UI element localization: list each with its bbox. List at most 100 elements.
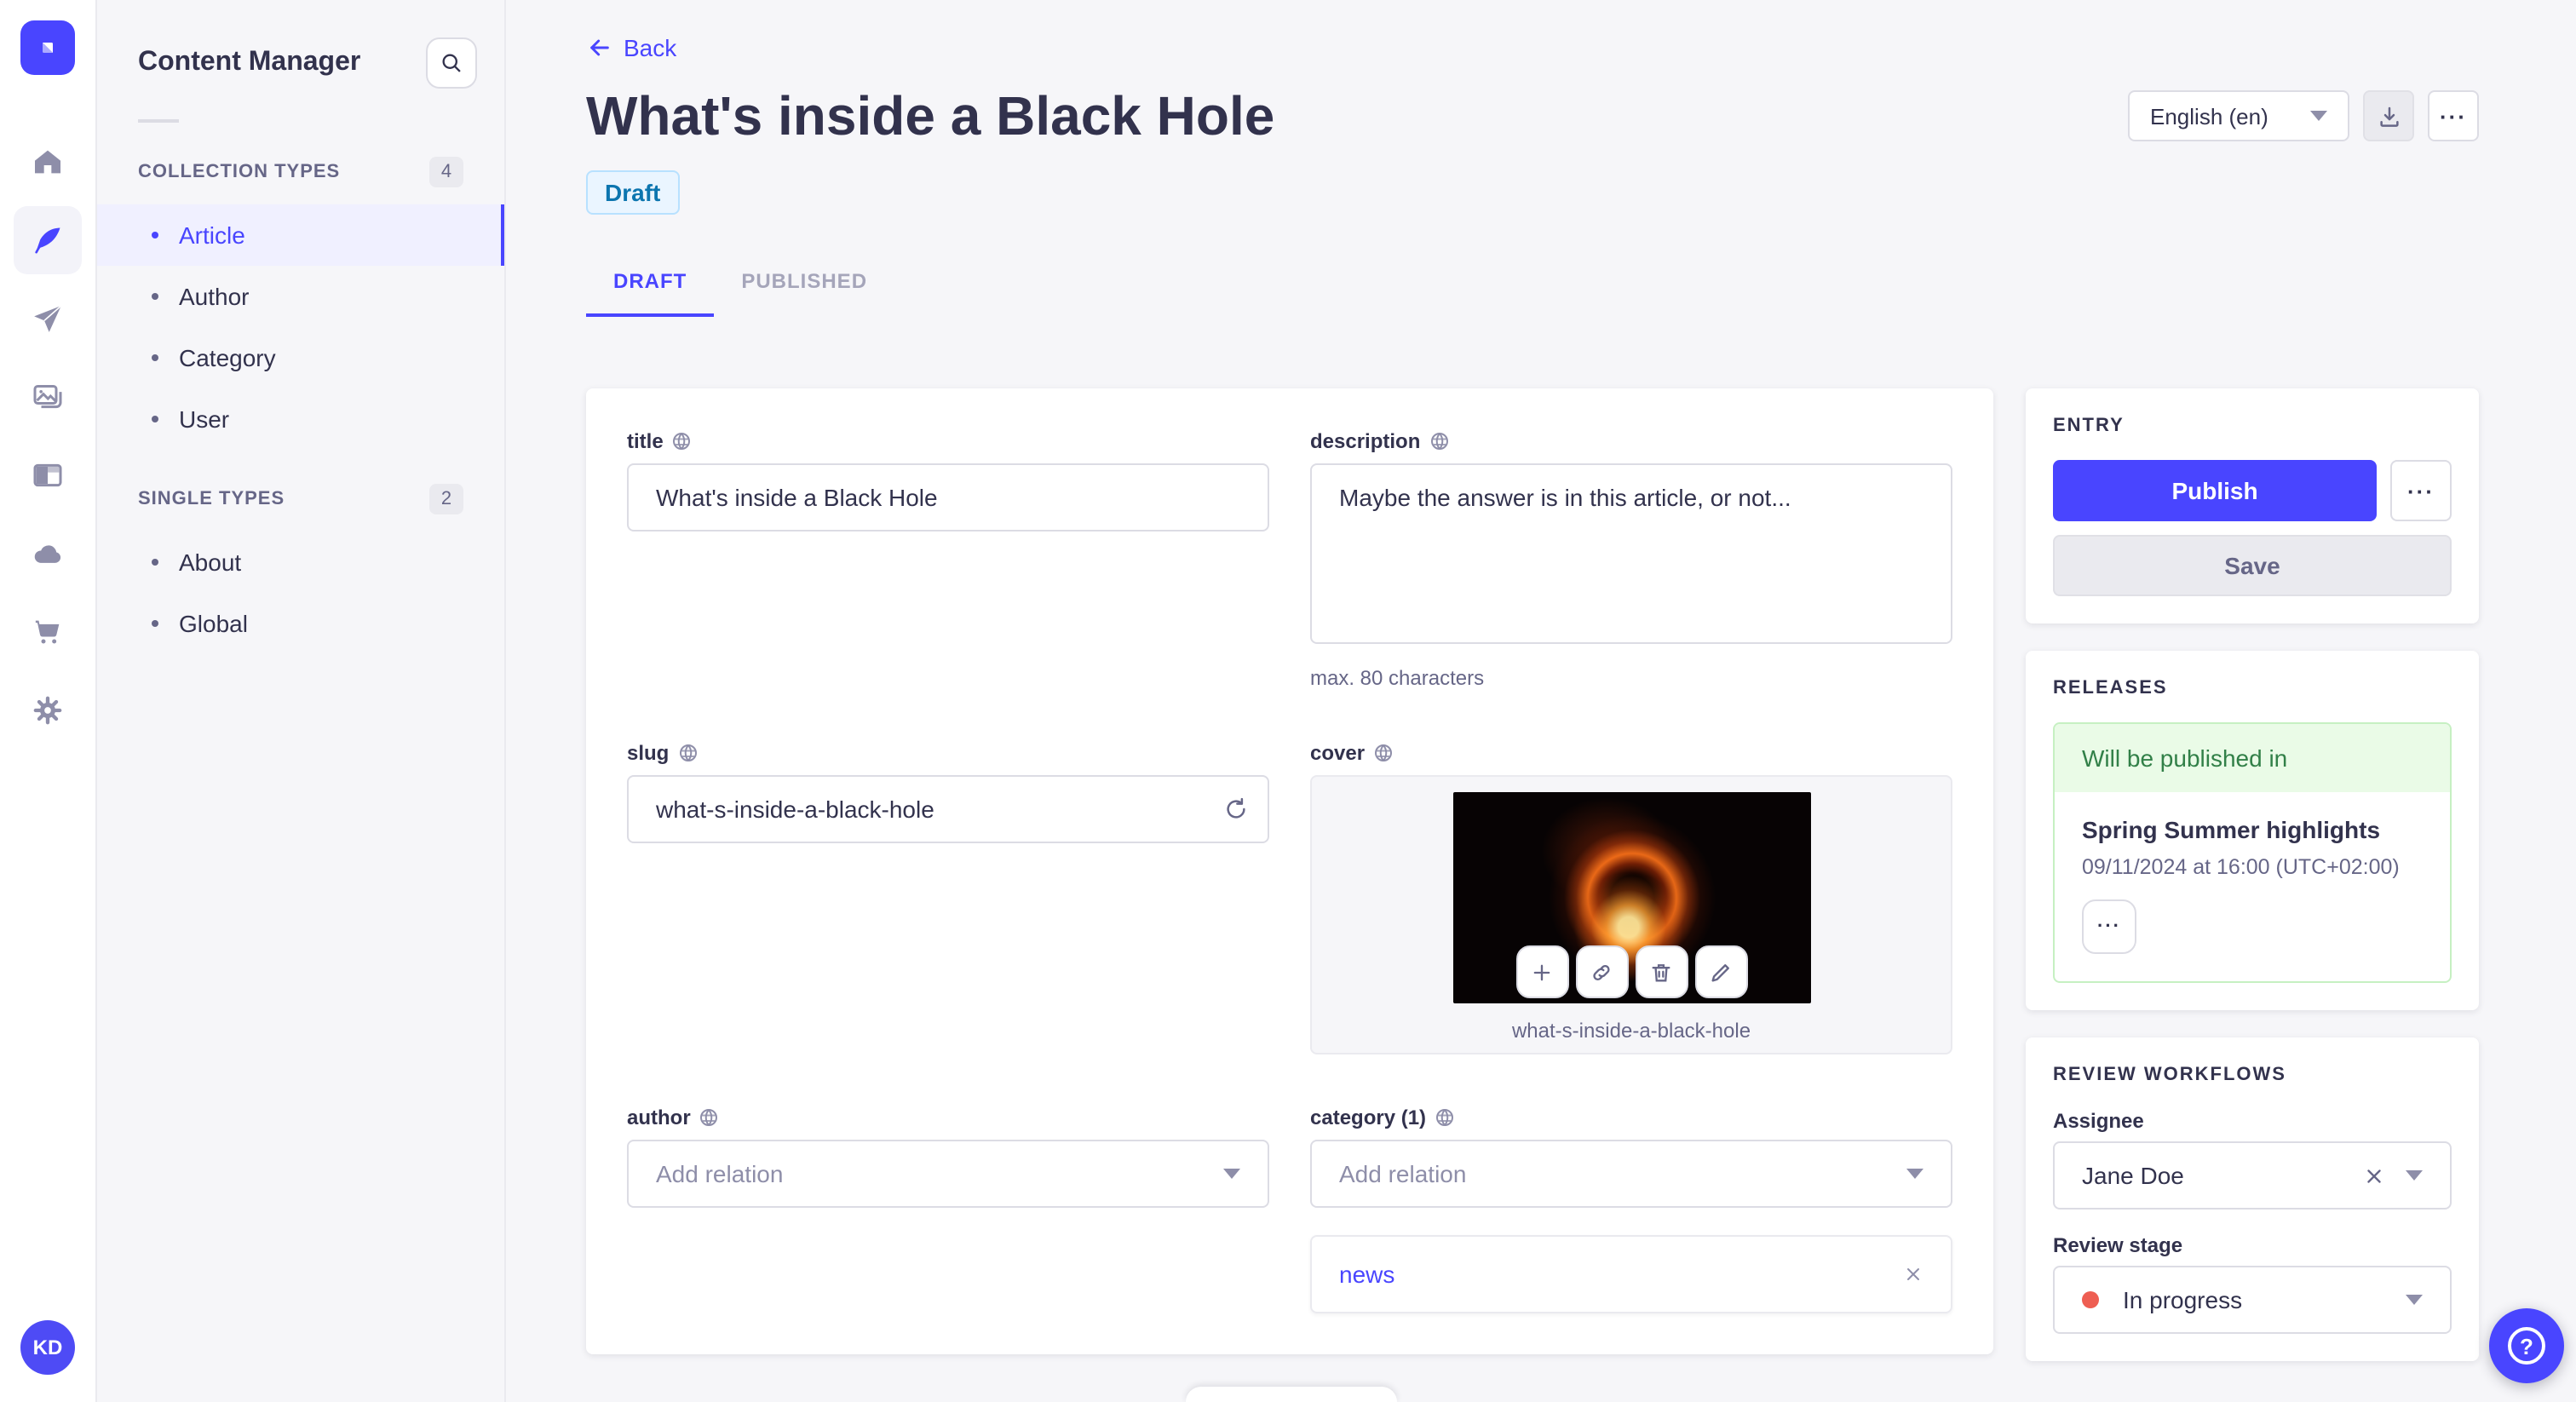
sidebar-content-manager-button[interactable]: [14, 206, 82, 274]
page-title: What's inside a Black Hole: [586, 85, 1275, 147]
subnav-title: Content Manager: [138, 48, 361, 77]
delete-media-button[interactable]: [1635, 945, 1688, 999]
copy-link-button[interactable]: [1575, 945, 1628, 999]
remove-relation-button[interactable]: [1903, 1264, 1923, 1284]
entry-panel: ENTRY Publish ··· Save: [2026, 388, 2479, 624]
cover-media-card: what-s-inside-a-black-hole: [1310, 775, 1952, 1055]
cover-image: [1452, 792, 1810, 1004]
sidebar-item-global[interactable]: Global: [97, 593, 504, 654]
sidebar-item-label: User: [179, 405, 230, 433]
cover-filename: what-s-inside-a-black-hole: [1511, 1019, 1751, 1043]
section-count-badge: 4: [429, 157, 463, 187]
ellipsis-icon: ···: [2097, 916, 2121, 937]
category-relation-select[interactable]: Add relation: [1310, 1140, 1952, 1209]
export-button[interactable]: [2363, 90, 2414, 141]
gear-icon: [31, 693, 65, 727]
sidebar-item-user[interactable]: User: [97, 388, 504, 450]
assignee-value: Jane Doe: [2082, 1162, 2184, 1190]
release-more-button[interactable]: ···: [2082, 899, 2136, 955]
author-relation-select[interactable]: Add relation: [627, 1140, 1269, 1209]
link-icon: [1593, 964, 1610, 980]
back-link[interactable]: Back: [586, 34, 676, 61]
sidebar-home-button[interactable]: [14, 128, 82, 196]
edit-media-button[interactable]: [1694, 945, 1747, 999]
tab-draft[interactable]: DRAFT: [586, 252, 715, 318]
stage-value: In progress: [2123, 1286, 2243, 1314]
cart-icon: [31, 615, 65, 649]
sidebar-item-about[interactable]: About: [97, 531, 504, 593]
sidebar-item-label: Category: [179, 344, 276, 371]
add-media-button[interactable]: [1515, 945, 1568, 999]
back-label: Back: [624, 34, 677, 61]
user-avatar[interactable]: KD: [20, 1320, 75, 1375]
home-icon: [31, 145, 65, 179]
slug-input[interactable]: [627, 775, 1269, 844]
sidebar-media-library-button[interactable]: [14, 363, 82, 431]
locale-value: English (en): [2150, 103, 2268, 129]
sidebar-item-article[interactable]: Article: [97, 204, 504, 266]
stage-status-dot: [2082, 1291, 2099, 1309]
trash-icon: [1652, 963, 1670, 981]
search-button[interactable]: [426, 37, 477, 89]
layout-icon: [31, 458, 65, 492]
panel-title: ENTRY: [2053, 416, 2125, 437]
review-workflows-panel: REVIEW WORKFLOWS Assignee Jane Doe Revie…: [2026, 1037, 2479, 1362]
section-count-badge: 2: [429, 484, 463, 514]
tab-published[interactable]: PUBLISHED: [714, 252, 894, 317]
chevron-down-icon: [1223, 1169, 1240, 1180]
sidebar-item-label: Author: [179, 283, 250, 310]
chevron-down-icon: [2310, 111, 2327, 121]
entry-sidebar: ENTRY Publish ··· Save RELEASES Will be …: [2026, 388, 2479, 1362]
save-button[interactable]: Save: [2053, 535, 2452, 597]
bullet-icon: [152, 559, 158, 566]
main-content: Back What's inside a Black Hole English …: [506, 0, 2576, 1402]
sidebar-settings-button[interactable]: [14, 676, 82, 744]
field-description: description Maybe the answer is in this …: [1310, 429, 1952, 690]
bullet-icon: [152, 354, 158, 361]
add-component-pill[interactable]: [1186, 1387, 1397, 1402]
relation-link[interactable]: news: [1339, 1261, 1903, 1288]
header-more-button[interactable]: ···: [2428, 90, 2479, 141]
field-label-text: author: [627, 1106, 691, 1130]
back-arrow-icon: [586, 34, 613, 61]
regenerate-slug-button[interactable]: [1223, 796, 1249, 822]
entry-form-card: title description Maybe the answer is in…: [586, 388, 1993, 1355]
sidebar-item-label: Global: [179, 610, 248, 637]
bullet-icon: [152, 416, 158, 422]
publish-button[interactable]: Publish: [2053, 460, 2377, 522]
review-stage-select[interactable]: In progress: [2053, 1266, 2452, 1335]
locale-select[interactable]: English (en): [2128, 90, 2349, 141]
category-relation-news: news: [1310, 1235, 1952, 1314]
strapi-logo[interactable]: [20, 20, 75, 75]
entry-more-button[interactable]: ···: [2390, 460, 2452, 522]
localization-globe-icon: [699, 1107, 720, 1128]
sidebar-marketplace-button[interactable]: [14, 598, 82, 666]
sidebar-releases-button[interactable]: [14, 284, 82, 353]
ellipsis-icon: ···: [2440, 103, 2467, 129]
field-label-text: description: [1310, 429, 1421, 454]
chevron-down-icon: [2406, 1170, 2423, 1181]
release-name: Spring Summer highlights: [2082, 816, 2381, 844]
clear-assignee-button[interactable]: [2363, 1164, 2385, 1187]
release-status: Will be published in: [2055, 724, 2450, 793]
sidebar-item-author[interactable]: Author: [97, 266, 504, 327]
localization-globe-icon: [1435, 1107, 1455, 1128]
field-label-text: cover: [1310, 741, 1366, 766]
relation-placeholder: Add relation: [656, 1160, 784, 1188]
sidebar-content-type-builder-button[interactable]: [14, 441, 82, 509]
description-textarea[interactable]: Maybe the answer is in this article, or …: [1310, 463, 1952, 645]
title-input[interactable]: [627, 463, 1269, 532]
section-collection-types: COLLECTION TYPES 4: [97, 140, 504, 204]
field-label-text: title: [627, 429, 664, 454]
help-button[interactable]: ?: [2489, 1308, 2564, 1383]
bullet-icon: [152, 620, 158, 627]
field-label-text: category (1): [1310, 1106, 1427, 1130]
ellipsis-icon: ···: [2407, 478, 2435, 504]
nav-rail: KD: [0, 0, 97, 1402]
app-root: KD Content Manager COLLECTION TYPES 4 Ar…: [0, 0, 2576, 1402]
sidebar-item-label: Article: [179, 221, 245, 249]
sidebar-cloud-button[interactable]: [14, 520, 82, 588]
assignee-select[interactable]: Jane Doe: [2053, 1141, 2452, 1210]
section-single-types: SINGLE TYPES 2: [97, 467, 504, 531]
sidebar-item-category[interactable]: Category: [97, 327, 504, 388]
